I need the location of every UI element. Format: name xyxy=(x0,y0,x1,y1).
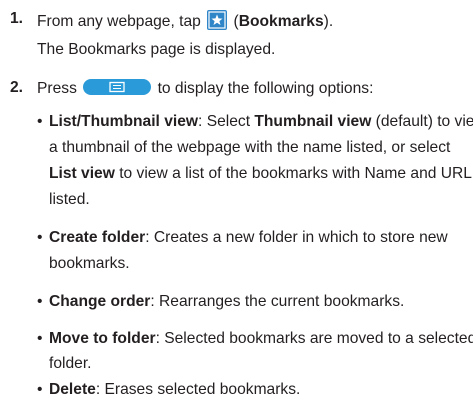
option-create-folder-desc: : Creates a new folder in which to store… xyxy=(145,229,448,246)
option-delete-term: Delete xyxy=(49,381,96,398)
option-list-thumbnail-desc-b: (default) to view xyxy=(375,113,473,130)
option-move-to-folder-line1: Move to folder: Selected bookmarks are m… xyxy=(49,330,473,348)
option-list-thumbnail-term: List/Thumbnail view xyxy=(49,113,199,130)
option-list-thumbnail-line2: a thumbnail of the webpage with the name… xyxy=(49,139,451,156)
step-2-text-a: Press xyxy=(37,80,77,97)
step-1-bookmarks-term: Bookmarks xyxy=(238,13,324,30)
option-list-thumbnail-line1: List/Thumbnail view: Select Thumbnail vi… xyxy=(49,113,473,131)
step-1-number: 1. xyxy=(10,10,24,27)
step-1-text-c: ). xyxy=(323,13,334,30)
step-2-number: 2. xyxy=(10,79,24,96)
bullet-move-to-folder: • xyxy=(37,330,43,347)
option-list-thumbnail-line3: List view to view a list of the bookmark… xyxy=(49,165,472,183)
option-change-order-line1: Change order: Rearranges the current boo… xyxy=(49,293,404,311)
bullet-change-order: • xyxy=(37,293,43,310)
option-delete-line1: Delete: Erases selected bookmarks. xyxy=(49,381,300,399)
menu-key-icon xyxy=(83,79,152,95)
step-2-text: Press to display the following options: xyxy=(37,79,373,98)
option-list-view-term: List view xyxy=(49,165,115,182)
option-create-folder-line1: Create folder: Creates a new folder in w… xyxy=(49,229,448,247)
step-2-text-b: to display the following options: xyxy=(157,80,374,97)
option-list-view-desc: to view a list of the bookmarks with Nam… xyxy=(114,165,472,182)
option-create-folder-term: Create folder xyxy=(49,229,146,246)
option-list-thumbnail-line4: listed. xyxy=(49,191,90,208)
bookmark-star-icon xyxy=(207,10,228,30)
option-move-to-folder-term: Move to folder xyxy=(49,330,156,347)
step-1-result: The Bookmarks page is displayed. xyxy=(37,41,276,58)
option-create-folder-line2: bookmarks. xyxy=(49,255,130,272)
option-change-order-term: Change order xyxy=(49,293,151,310)
step-1-text: From any webpage, tap (Bookmarks). xyxy=(37,10,333,31)
bullet-delete: • xyxy=(37,381,43,398)
bullet-create-folder: • xyxy=(37,229,43,246)
step-1-text-a: From any webpage, tap xyxy=(37,13,201,30)
option-move-to-folder-line2: folder. xyxy=(49,355,92,372)
option-list-thumbnail-desc-a: : Select xyxy=(198,113,255,130)
bullet-list-thumbnail: • xyxy=(37,113,43,130)
option-change-order-desc: : Rearranges the current bookmarks. xyxy=(150,293,405,310)
option-move-to-folder-desc: : Selected bookmarks are moved to a sele… xyxy=(155,330,473,347)
option-thumbnail-view-term: Thumbnail view xyxy=(254,113,372,130)
option-delete-desc: : Erases selected bookmarks. xyxy=(95,381,301,398)
